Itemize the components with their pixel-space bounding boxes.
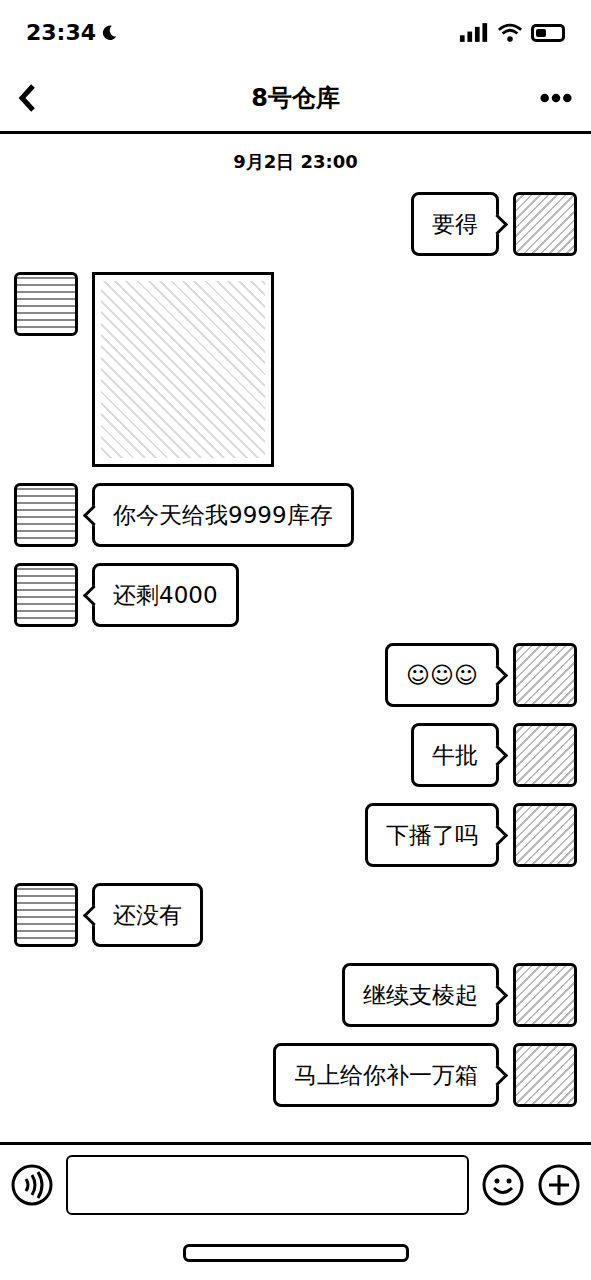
- message-bubble[interactable]: 还没有: [92, 883, 203, 947]
- status-bar: 23:34: [0, 0, 591, 65]
- more-icon[interactable]: [539, 92, 573, 104]
- message-row: 要得: [14, 192, 577, 256]
- avatar[interactable]: [513, 963, 577, 1027]
- message-bubble[interactable]: 继续支棱起: [342, 963, 499, 1027]
- message-row: 继续支棱起: [14, 963, 577, 1027]
- avatar[interactable]: [14, 883, 78, 947]
- sticker[interactable]: [92, 272, 274, 467]
- home-area: [0, 1225, 591, 1280]
- plus-icon[interactable]: [537, 1163, 581, 1207]
- message-row: ☺☺☺: [14, 643, 577, 707]
- message-list: 9月2日 23:00 要得你今天给我9999库存还剩4000 ☺☺☺ 牛批下播了吗还没…: [0, 134, 591, 1142]
- avatar[interactable]: [14, 483, 78, 547]
- message-bubble[interactable]: 还剩4000: [92, 563, 239, 627]
- nav-bar: 8号仓库: [0, 65, 591, 134]
- message-bubble[interactable]: 马上给你补一万箱: [273, 1043, 499, 1107]
- message-row: [14, 272, 577, 467]
- avatar[interactable]: [14, 272, 78, 336]
- avatar[interactable]: [513, 643, 577, 707]
- back-icon[interactable]: [18, 83, 38, 113]
- emoji-icon[interactable]: [481, 1163, 525, 1207]
- message-bubble[interactable]: 下播了吗: [365, 803, 499, 867]
- home-indicator[interactable]: [183, 1244, 409, 1262]
- message-input[interactable]: [66, 1155, 469, 1215]
- wifi-icon: [497, 22, 523, 43]
- avatar[interactable]: [513, 803, 577, 867]
- message-bubble[interactable]: 你今天给我9999库存: [92, 483, 354, 547]
- moon-icon: [100, 24, 118, 42]
- message-row: 马上给你补一万箱: [14, 1043, 577, 1107]
- battery-icon: [531, 24, 565, 42]
- message-bubble[interactable]: 牛批: [411, 723, 499, 787]
- avatar[interactable]: [513, 723, 577, 787]
- input-bar: [0, 1142, 591, 1225]
- message-row: 还剩4000: [14, 563, 577, 627]
- voice-icon[interactable]: [10, 1163, 54, 1207]
- message-row: 还没有: [14, 883, 577, 947]
- chat-screen: 23:34 8号仓库 9月2日 23:00 要得你今天给我9999库存还剩4000 ☺☺…: [0, 0, 591, 1280]
- chat-title: 8号仓库: [98, 82, 493, 114]
- message-bubble[interactable]: 要得: [411, 192, 499, 256]
- avatar[interactable]: [14, 563, 78, 627]
- timestamp: 9月2日 23:00: [14, 150, 577, 174]
- message-row: 下播了吗: [14, 803, 577, 867]
- avatar[interactable]: [513, 1043, 577, 1107]
- avatar[interactable]: [513, 192, 577, 256]
- message-row: 你今天给我9999库存: [14, 483, 577, 547]
- signal-icon: [459, 22, 489, 43]
- message-row: 牛批: [14, 723, 577, 787]
- status-time: 23:34: [26, 20, 96, 45]
- message-bubble[interactable]: ☺☺☺: [385, 643, 499, 707]
